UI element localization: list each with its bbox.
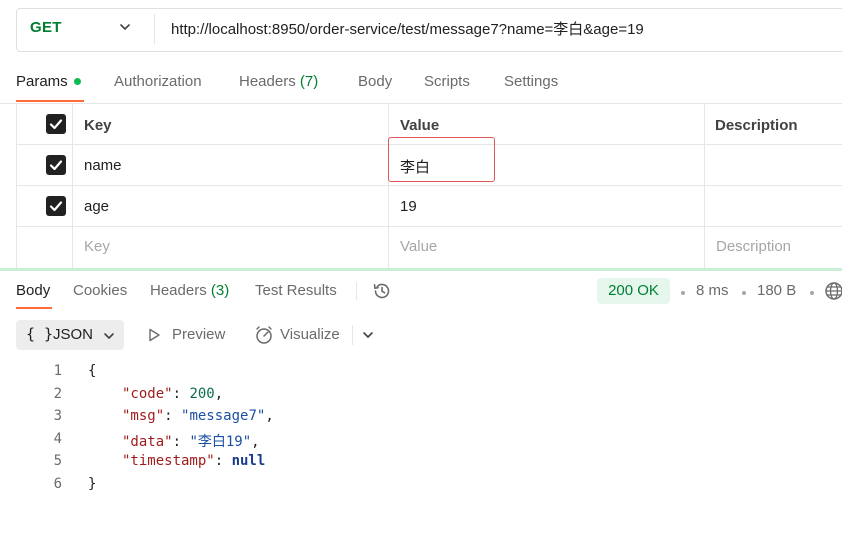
- format-label: JSON: [53, 326, 94, 343]
- json-key: "data": [122, 434, 173, 450]
- method-select[interactable]: GET: [30, 19, 62, 36]
- code-line: "data": "李白19",: [122, 434, 260, 450]
- tab-separator: [356, 282, 357, 300]
- tab-body-label: Body: [358, 73, 393, 90]
- active-dot-icon: [73, 77, 81, 85]
- tab-headers-count: (7): [299, 73, 319, 90]
- json-value: 200: [189, 386, 215, 402]
- open-brace: {: [88, 363, 97, 379]
- new-param-key-input[interactable]: Key: [84, 238, 110, 255]
- tab-body[interactable]: Body: [358, 72, 392, 92]
- chevron-down-icon[interactable]: [118, 20, 132, 34]
- response-tab-body-label: Body: [16, 282, 51, 299]
- json-comma: ,: [214, 386, 224, 402]
- close-brace: }: [88, 476, 97, 492]
- url-divider: [154, 14, 155, 44]
- column-header-key: Key: [84, 117, 112, 134]
- table-row-divider: [16, 185, 842, 186]
- preview-button[interactable]: Preview: [172, 326, 225, 343]
- chevron-down-icon: [104, 333, 114, 339]
- visualize-button[interactable]: Visualize: [280, 326, 340, 343]
- line-number: 5: [53, 453, 62, 469]
- column-header-description: Description: [715, 117, 798, 134]
- select-all-checkbox[interactable]: [46, 114, 66, 134]
- new-param-value-input[interactable]: Value: [400, 238, 437, 255]
- tab-authorization-label: Authorization: [114, 73, 202, 90]
- history-icon[interactable]: [371, 280, 393, 302]
- new-param-description-input[interactable]: Description: [716, 238, 791, 255]
- response-tab-body[interactable]: Body: [16, 282, 50, 299]
- tab-authorization[interactable]: Authorization: [114, 72, 202, 92]
- code-line: {: [88, 363, 96, 379]
- annotation-highlight-box: [388, 137, 495, 182]
- url-input[interactable]: http://localhost:8950/order-service/test…: [171, 18, 644, 39]
- line-number: 6: [53, 476, 62, 492]
- code-line: "timestamp": null: [122, 453, 266, 469]
- tab-scripts[interactable]: Scripts: [424, 72, 470, 92]
- table-row-divider: [16, 226, 842, 227]
- response-tab-cookies-label: Cookies: [73, 282, 128, 299]
- response-tab-headers[interactable]: Headers (3): [150, 282, 229, 299]
- column-header-value: Value: [400, 117, 440, 134]
- json-key: "msg": [122, 408, 165, 424]
- meta-separator: [810, 291, 814, 295]
- line-number: 4: [53, 431, 62, 447]
- line-number: 2: [53, 386, 62, 402]
- tab-params[interactable]: Params: [16, 72, 81, 92]
- response-tab-test-results[interactable]: Test Results: [255, 282, 337, 299]
- json-comma: ,: [251, 434, 260, 450]
- json-value: null: [231, 453, 266, 469]
- response-tab-test-results-label: Test Results: [255, 282, 337, 299]
- meta-separator: [742, 291, 746, 295]
- line-number: 1: [53, 363, 62, 379]
- request-tabs: Params Authorization Headers (7) Body Sc…: [0, 72, 842, 102]
- response-tab-headers-label: Headers: [150, 282, 207, 299]
- pane-splitter[interactable]: [0, 268, 842, 271]
- json-value: "message7": [181, 408, 266, 424]
- tab-scripts-label: Scripts: [424, 73, 470, 90]
- param-key-cell[interactable]: name: [84, 157, 122, 174]
- code-line: "msg": "message7",: [122, 408, 274, 424]
- status-badge[interactable]: 200 OK: [597, 278, 670, 304]
- tab-settings[interactable]: Settings: [504, 72, 558, 92]
- param-checkbox-name[interactable]: [46, 155, 66, 175]
- table-col-divider: [388, 103, 389, 268]
- json-key: "timestamp": [122, 453, 215, 469]
- table-col-divider: [16, 103, 17, 268]
- table-col-divider: [72, 103, 73, 268]
- chevron-down-icon[interactable]: [361, 328, 375, 342]
- active-tab-underline: [16, 100, 84, 102]
- line-number: 3: [53, 408, 62, 424]
- json-value: "李白19": [189, 434, 252, 450]
- response-tab-headers-count: (3): [210, 282, 230, 299]
- code-line: }: [88, 476, 96, 492]
- globe-icon[interactable]: [823, 280, 842, 302]
- json-comma: ,: [265, 408, 274, 424]
- tab-headers[interactable]: Headers (7): [239, 72, 318, 92]
- param-checkbox-age[interactable]: [46, 196, 66, 216]
- checkmark-icon: [49, 119, 63, 130]
- tab-settings-label: Settings: [504, 73, 559, 90]
- param-value-cell[interactable]: 19: [400, 198, 417, 215]
- response-size[interactable]: 180 B: [757, 282, 796, 299]
- tab-headers-label: Headers: [239, 73, 296, 90]
- json-key: "code": [122, 386, 173, 402]
- tab-params-label: Params: [16, 73, 68, 90]
- table-col-divider: [704, 103, 705, 268]
- param-key-cell[interactable]: age: [84, 198, 109, 215]
- response-time[interactable]: 8 ms: [696, 282, 729, 299]
- meta-separator: [681, 291, 685, 295]
- format-select[interactable]: { } JSON: [16, 320, 124, 350]
- braces-icon: { }: [26, 325, 54, 343]
- active-response-tab-underline: [16, 307, 52, 309]
- response-tab-cookies[interactable]: Cookies: [73, 282, 127, 299]
- toolbar-separator: [352, 325, 353, 345]
- play-icon[interactable]: [146, 327, 162, 343]
- table-top-border: [0, 103, 842, 104]
- visualize-icon[interactable]: [253, 324, 275, 346]
- checkmark-icon: [49, 201, 63, 212]
- code-line: "code": 200,: [122, 386, 224, 402]
- checkmark-icon: [49, 160, 63, 171]
